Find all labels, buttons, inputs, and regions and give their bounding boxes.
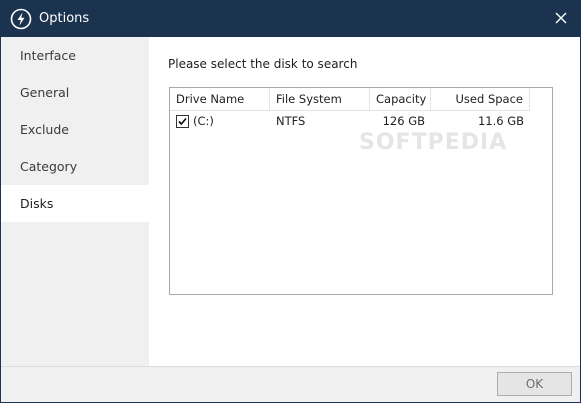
sidebar: Interface General Exclude Category Disks bbox=[1, 37, 149, 366]
sidebar-item-interface[interactable]: Interface bbox=[1, 37, 149, 74]
file-system-cell: NTFS bbox=[276, 114, 306, 128]
column-header-file-system[interactable]: File System bbox=[270, 88, 370, 110]
disks-panel: Please select the disk to search Drive N… bbox=[149, 37, 580, 366]
sidebar-item-exclude[interactable]: Exclude bbox=[1, 111, 149, 148]
sidebar-item-disks[interactable]: Disks bbox=[1, 185, 149, 222]
disk-list[interactable]: Drive Name File System Capacity Used Spa… bbox=[169, 87, 553, 295]
column-header-capacity[interactable]: Capacity bbox=[370, 88, 431, 110]
window-title: Options bbox=[39, 11, 90, 26]
disk-select-prompt: Please select the disk to search bbox=[168, 57, 358, 71]
watermark: SOFTPEDIA bbox=[359, 130, 508, 155]
ok-button[interactable]: OK bbox=[497, 372, 572, 396]
app-icon bbox=[10, 8, 32, 30]
column-header-used-space[interactable]: Used Space bbox=[431, 88, 530, 110]
sidebar-item-category[interactable]: Category bbox=[1, 148, 149, 185]
sidebar-item-general[interactable]: General bbox=[1, 74, 149, 111]
used-space-cell: 11.6 GB bbox=[477, 114, 524, 128]
dialog-footer: OK bbox=[1, 366, 580, 402]
capacity-cell: 126 GB bbox=[382, 114, 425, 128]
table-row[interactable]: (C:) NTFS 126 GB 11.6 GB bbox=[170, 111, 530, 132]
title-bar[interactable]: Options bbox=[1, 1, 580, 37]
options-window: Options Interface General Exclude Catego… bbox=[0, 0, 581, 403]
column-header-drive-name[interactable]: Drive Name bbox=[170, 88, 270, 110]
close-button[interactable] bbox=[542, 1, 580, 37]
disk-list-header: Drive Name File System Capacity Used Spa… bbox=[170, 88, 530, 111]
close-icon bbox=[555, 12, 567, 27]
drive-name-cell: (C:) bbox=[193, 114, 214, 128]
